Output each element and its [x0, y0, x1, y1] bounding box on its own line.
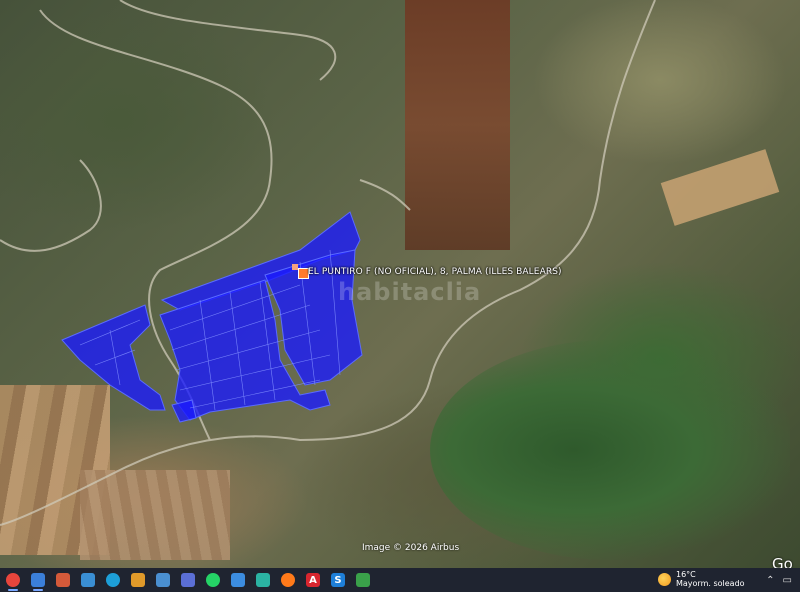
parcel-overlay: [61, 211, 363, 423]
chevron-up-icon[interactable]: ⌃: [766, 575, 774, 586]
app-icon-7[interactable]: [227, 568, 249, 592]
road: [359, 179, 411, 211]
app-icon-2[interactable]: [52, 568, 74, 592]
satellite-map[interactable]: EL PUNTIRO F (NO OFICIAL), 8, PALMA (ILL…: [0, 0, 800, 568]
whatsapp-icon[interactable]: [202, 568, 224, 592]
chrome-icon[interactable]: [2, 568, 24, 592]
edge-icon[interactable]: [102, 568, 124, 592]
app-icon-6-glyph: [181, 573, 195, 587]
app-icon-3-glyph: [81, 573, 95, 587]
app-icon-5-glyph: [156, 573, 170, 587]
system-tray: ⌃ ▭: [766, 568, 792, 592]
app-icon-1[interactable]: [27, 568, 49, 592]
app-icon-a[interactable]: A: [302, 568, 324, 592]
app-icon-5[interactable]: [152, 568, 174, 592]
firefox-icon-glyph: [281, 573, 295, 587]
place-label[interactable]: EL PUNTIRO F (NO OFICIAL), 8, PALMA (ILL…: [308, 267, 562, 277]
app-icon-3[interactable]: [77, 568, 99, 592]
app-icon-4-glyph: [131, 573, 145, 587]
parcel-block: [171, 399, 197, 423]
app-icon-a-glyph: A: [306, 573, 320, 587]
app-icon-8-glyph: [256, 573, 270, 587]
imagery-credit: Image © 2026 Airbus: [362, 543, 460, 553]
chrome-icon-glyph: [6, 573, 20, 587]
road: [0, 159, 102, 252]
app-icon-s[interactable]: S: [327, 568, 349, 592]
app-icon-s-glyph: S: [331, 573, 345, 587]
road: [119, 0, 337, 81]
edge-icon-glyph: [106, 573, 120, 587]
watermark: habitaclia: [338, 278, 482, 306]
brand-logo-partial: Go: [772, 555, 793, 568]
app-icon-4[interactable]: [127, 568, 149, 592]
weather-condition: Mayorm. soleado: [676, 579, 745, 588]
sun-icon: [658, 572, 671, 586]
whatsapp-icon-glyph: [206, 573, 220, 587]
app-icon-6[interactable]: [177, 568, 199, 592]
network-icon[interactable]: ▭: [783, 575, 792, 586]
app-icon-9-glyph: [356, 573, 370, 587]
weather-widget[interactable]: 16°C Mayorm. soleado: [658, 570, 745, 588]
app-icon-1-glyph: [31, 573, 45, 587]
firefox-icon[interactable]: [277, 568, 299, 592]
app-icon-8[interactable]: [252, 568, 274, 592]
app-icon-2-glyph: [56, 573, 70, 587]
parcel-block: [61, 304, 166, 411]
app-icon-7-glyph: [231, 573, 245, 587]
app-icon-9[interactable]: [352, 568, 374, 592]
weather-temp: 16°C: [676, 570, 696, 579]
